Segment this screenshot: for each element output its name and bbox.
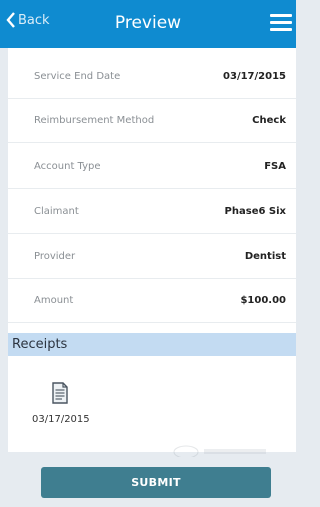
detail-value: FSA xyxy=(264,161,286,172)
nav-bar: Back Preview xyxy=(0,0,296,48)
detail-row-service-end-date: Service End Date 03/17/2015 xyxy=(8,55,296,99)
detail-value: Dentist xyxy=(244,251,286,262)
document-icon[interactable] xyxy=(52,382,68,404)
detail-label: Account Type xyxy=(34,161,101,172)
detail-label: Service End Date xyxy=(34,71,121,82)
detail-value: 03/17/2015 xyxy=(223,71,286,82)
receipts-section-header: Receipts xyxy=(8,333,296,356)
detail-row-provider: Provider Dentist xyxy=(8,235,296,279)
detail-row-reimbursement-method: Reimbursement Method Check xyxy=(8,99,296,143)
detail-label: Amount xyxy=(34,295,74,306)
detail-row-account-type: Account Type FSA xyxy=(8,145,296,189)
detail-row-claimant: Claimant Phase6 Six xyxy=(8,190,296,234)
detail-value: Check xyxy=(252,115,286,126)
hamburger-menu-icon[interactable] xyxy=(270,14,292,32)
detail-row-amount: Amount $100.00 xyxy=(8,279,296,323)
watermark-logo xyxy=(173,445,266,457)
detail-value: Phase6 Six xyxy=(224,206,286,217)
detail-label: Reimbursement Method xyxy=(34,115,155,126)
detail-value: $100.00 xyxy=(240,295,286,306)
receipt-date: 03/17/2015 xyxy=(32,414,90,425)
page-title: Preview xyxy=(114,13,182,33)
submit-button[interactable]: SUBMIT xyxy=(41,467,271,498)
detail-label: Claimant xyxy=(34,206,79,217)
detail-label: Provider xyxy=(34,251,76,262)
